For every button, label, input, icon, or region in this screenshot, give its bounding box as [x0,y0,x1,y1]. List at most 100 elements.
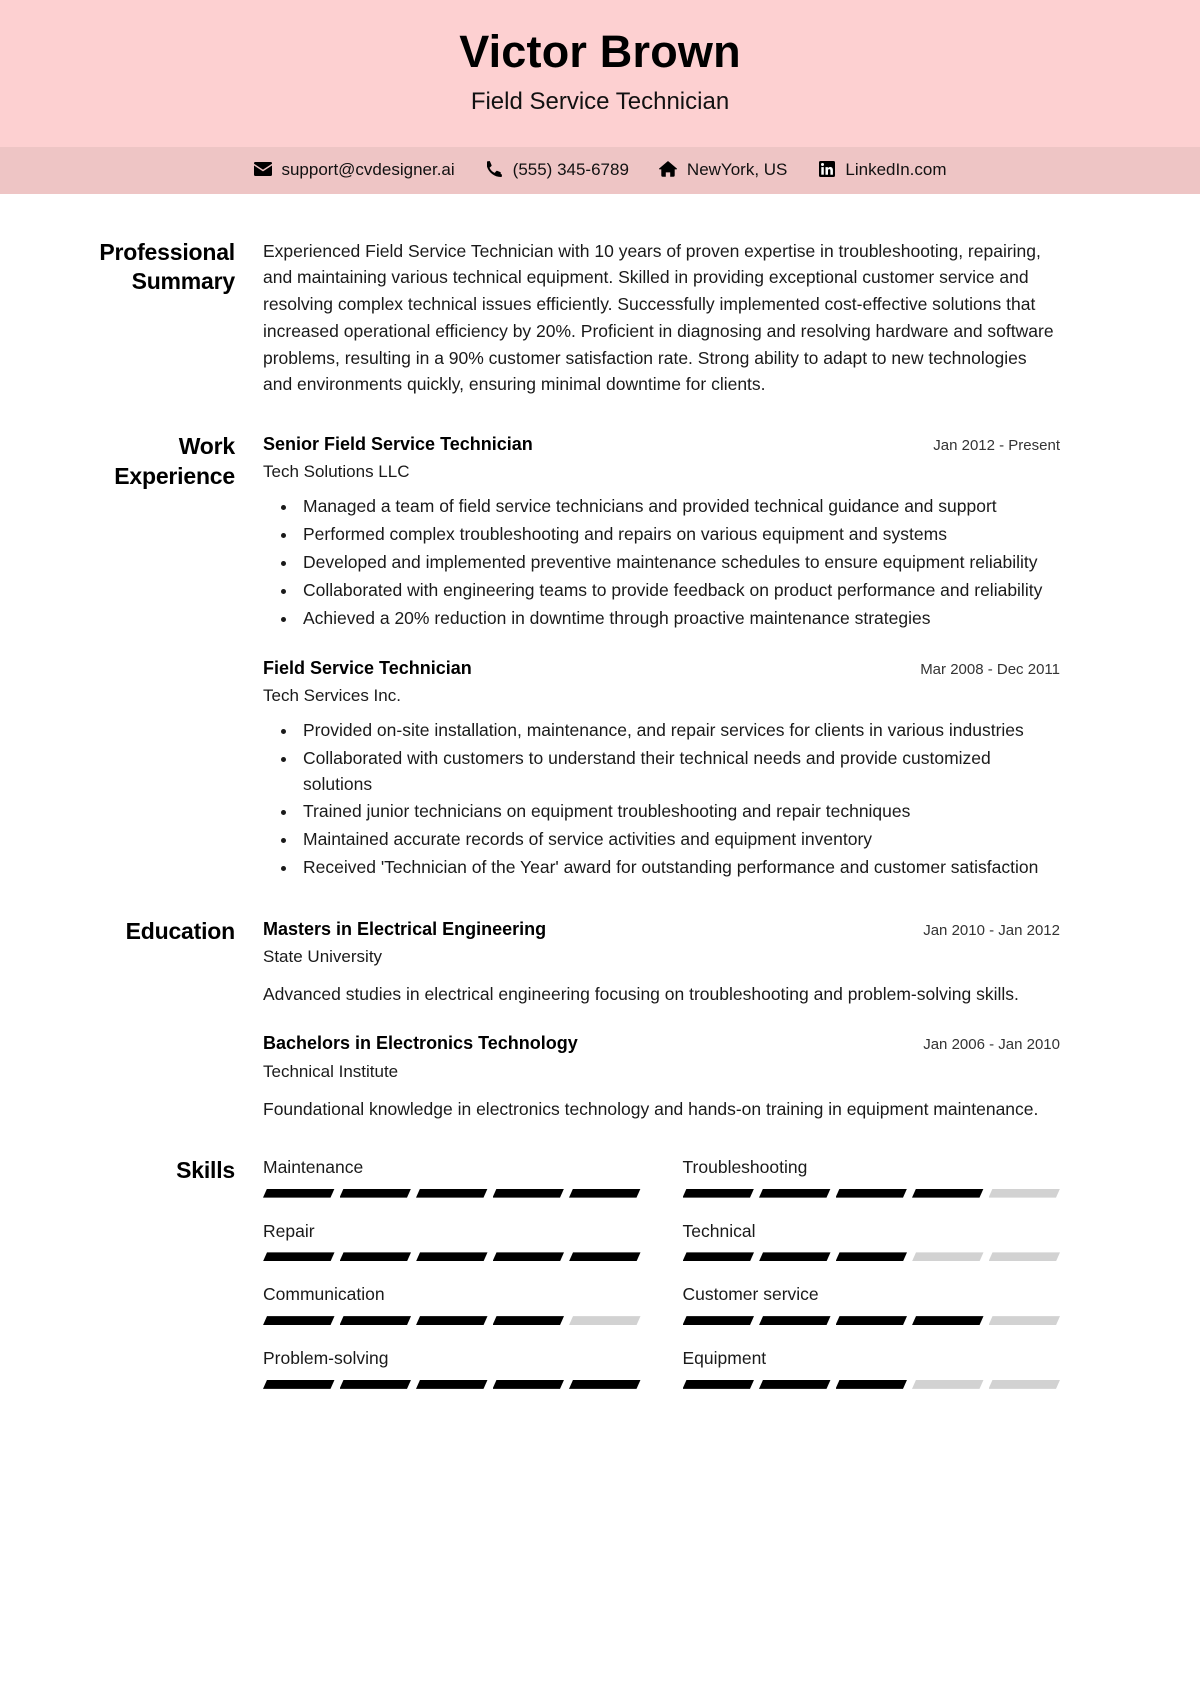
entry-date: Jan 2006 - Jan 2010 [923,1036,1060,1054]
entry-header: Masters in Electrical Engineering Jan 201… [263,917,1060,941]
list-item: Collaborated with customers to understan… [298,746,1060,798]
skill-level-segment [340,1189,412,1198]
skill-level-segment [569,1252,641,1261]
skill-level-segment [836,1316,908,1325]
skill-item: Technical [682,1220,1061,1262]
skill-name: Technical [682,1220,756,1241]
skill-level-segment [493,1316,565,1325]
list-item: Managed a team of field service technici… [298,494,1060,520]
skill-level-bar [263,1380,641,1389]
list-item: Received 'Technician of the Year' award … [298,855,1060,881]
skill-item: Troubleshooting [682,1156,1061,1198]
skills-grid: Maintenance Troubleshooting Repair Technica… [263,1156,1060,1389]
skill-level-bar [683,1380,1061,1389]
entry-organization: Tech Solutions LLC [263,462,410,482]
email-icon [253,161,272,178]
skill-level-segment [493,1380,565,1389]
section-professional-summary: Professional Summary Experienced Field S… [88,238,1060,399]
skill-level-bar [263,1316,641,1325]
skill-level-segment [263,1189,335,1198]
entry-header: Field Service Technician Mar 2008 - Dec 2… [263,656,1060,680]
skill-item: Equipment [682,1347,1061,1389]
skill-level-segment [759,1380,831,1389]
skill-name: Equipment [682,1348,767,1369]
skill-level-bar [683,1252,1061,1261]
summary-content: Experienced Field Service Technician wit… [263,238,1060,399]
skill-level-segment [836,1380,908,1389]
skill-level-segment [836,1252,908,1261]
skill-level-segment [683,1189,755,1198]
contact-item-home[interactable]: NewYork, US [659,161,787,178]
contact-bar: support@cvdesigner.ai (555) 345-6789 NewYo… [0,146,1200,194]
skill-level-segment [989,1380,1061,1389]
entry: Bachelors in Electronics Technology Jan 2… [263,1031,1060,1121]
skill-level-segment [759,1316,831,1325]
resume-body: Professional Summary Experienced Field S… [0,194,1200,1419]
skill-level-segment [683,1316,755,1325]
contact-text: NewYork, US [686,159,788,179]
entry-title: Field Service Technician [263,657,472,678]
entry: Field Service Technician Mar 2008 - Dec 2… [263,656,1060,881]
skill-level-bar [683,1189,1061,1198]
skill-level-segment [989,1189,1061,1198]
skill-level-segment [989,1316,1061,1325]
skill-level-segment [263,1380,335,1389]
contact-text: support@cvdesigner.ai [281,159,455,179]
list-item: Trained junior technicians on equipment … [298,799,1060,825]
skill-level-segment [263,1316,335,1325]
skill-level-bar [263,1252,641,1261]
skill-name: Communication [263,1284,385,1305]
entry-description: Foundational knowledge in electronics te… [263,1098,1039,1119]
skill-level-segment [759,1252,831,1261]
skill-level-segment [416,1189,488,1198]
entry-date: Jan 2012 - Present [933,437,1060,455]
job-title: Field Service Technician [470,87,730,115]
skill-level-segment [493,1189,565,1198]
resume-header: Victor Brown Field Service Technician [0,0,1200,147]
section-label-summary: Professional Summary [99,238,235,295]
skill-item: Customer service [682,1283,1061,1325]
contact-item-email[interactable]: support@cvdesigner.ai [253,159,455,179]
skill-level-segment [836,1189,908,1198]
entry-title: Senior Field Service Technician [263,434,533,455]
skill-item: Problem-solving [263,1347,641,1389]
skill-level-bar [263,1189,641,1198]
list-item: Provided on-site installation, maintenan… [298,718,1060,744]
entry-title: Masters in Electrical Engineering [263,919,547,940]
list-item: Developed and implemented preventive mai… [298,550,1060,576]
entry-organization: Technical Institute [263,1061,399,1081]
skill-level-segment [683,1380,755,1389]
skill-level-segment [416,1252,488,1261]
section-label-skills: Skills [176,1156,235,1183]
skill-level-segment [340,1380,412,1389]
contact-item-phone[interactable]: (555) 345-6789 [485,161,629,178]
entry: Masters in Electrical Engineering Jan 201… [263,917,1060,1007]
entry: Senior Field Service Technician Jan 2012 … [263,432,1060,632]
skills-content: Maintenance Troubleshooting Repair Technica… [263,1156,1060,1389]
home-icon [659,161,678,178]
skill-item: Maintenance [263,1156,641,1198]
skill-level-segment [912,1252,984,1261]
section-label-experience: Work Experience [114,433,235,490]
entry-description: Advanced studies in electrical engineeri… [263,984,1019,1005]
contact-text: LinkedIn.com [845,159,947,179]
linkedin-icon [817,161,836,178]
contact-item-linkedin[interactable]: LinkedIn.com [817,159,947,179]
section-education: Education Masters in Electrical Engineer… [88,917,1060,1122]
page-title: Victor Brown [459,26,741,77]
skill-level-segment [416,1380,488,1389]
skill-level-segment [912,1316,984,1325]
entry-organization: State University [263,947,383,967]
skill-level-segment [912,1189,984,1198]
skill-level-segment [912,1380,984,1389]
list-item: Performed complex troubleshooting and re… [298,522,1060,548]
skill-name: Repair [263,1220,315,1241]
entry-header: Bachelors in Electronics Technology Jan 2… [263,1031,1060,1055]
entry-date: Jan 2010 - Jan 2012 [923,922,1060,940]
entry-title: Bachelors in Electronics Technology [263,1033,578,1054]
entry-header: Senior Field Service Technician Jan 2012 … [263,432,1060,456]
skill-level-bar [683,1316,1061,1325]
skill-item: Repair [263,1220,641,1262]
skill-name: Customer service [682,1284,819,1305]
list-item: Collaborated with engineering teams to p… [298,578,1060,604]
